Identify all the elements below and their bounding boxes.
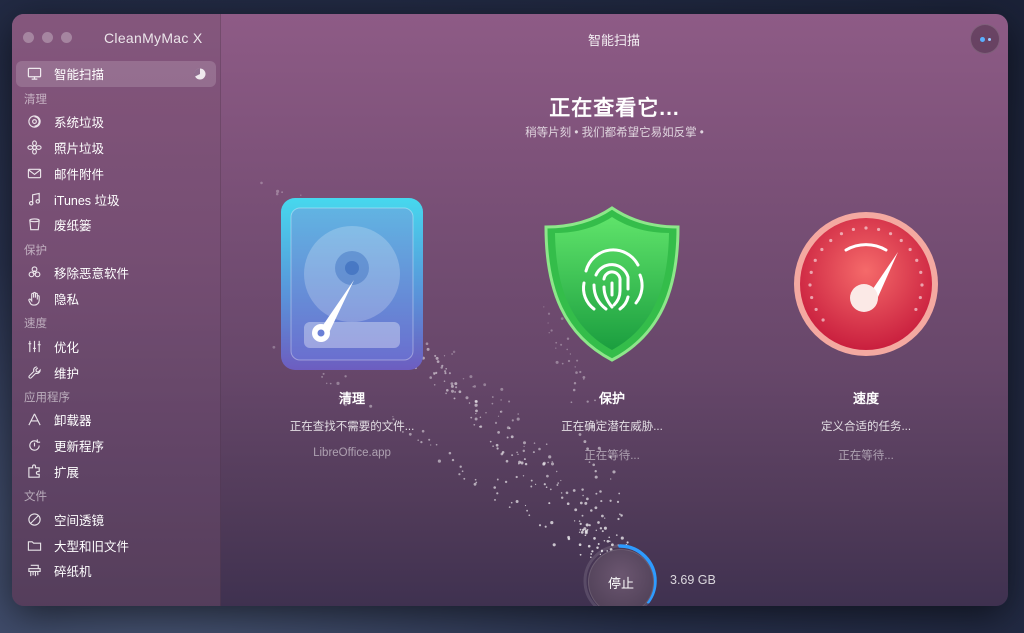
module-speed-detail: 正在等待... [838, 450, 894, 462]
sidebar-item-itunes-junk[interactable]: iTunes 垃圾 [16, 186, 216, 212]
section-title-protection: 保护 [24, 244, 47, 257]
sidebar-item-label: 空间透镜 [54, 513, 105, 528]
section-title-files: 文件 [24, 491, 47, 504]
sidebar-item-system-junk[interactable]: 系统垃圾 [16, 109, 216, 135]
sidebar-item-label: 大型和旧文件 [54, 539, 130, 554]
sidebar-item-shredder[interactable]: 碎纸机 [16, 558, 216, 584]
section-title-speed: 速度 [24, 318, 47, 331]
sidebar-item-photo-junk[interactable]: 照片垃圾 [16, 135, 216, 161]
module-protection-title: 保护 [598, 391, 625, 406]
app-title: CleanMyMac X [104, 30, 203, 46]
module-cleanup-detail: LibreOffice.app [313, 447, 391, 459]
sidebar-item-mail-attachments[interactable]: 邮件附件 [16, 160, 216, 186]
speedometer-icon [791, 194, 941, 374]
uninstaller-icon [26, 412, 42, 428]
sidebar-item-space-lens[interactable]: 空间透镜 [16, 506, 216, 532]
sidebar-item-malware-removal[interactable]: 移除恶意软件 [16, 260, 216, 286]
sidebar-item-label: 废纸篓 [54, 219, 92, 234]
window-controls [23, 32, 72, 43]
trash-bin-icon [26, 217, 42, 233]
sidebar-item-label: 优化 [54, 340, 80, 355]
stop-button[interactable]: 停止 [588, 549, 654, 606]
module-cleanup: 清理 正在查找不需要的文件... LibreOffice.app [252, 194, 452, 459]
sidebar-item-smart-scan[interactable]: 智能扫描 [16, 61, 216, 87]
sidebar-item-uninstaller[interactable]: 卸载器 [16, 407, 216, 433]
sidebar-item-extensions[interactable]: 扩展 [16, 459, 216, 485]
module-protection-status: 正在确定潜在威胁... [561, 421, 663, 433]
progress-pie-icon [194, 68, 206, 80]
module-speed: 速度 定义合适的任务... 正在等待... [766, 194, 966, 463]
sidebar-item-label: 卸载器 [54, 414, 92, 429]
trash-swirl-icon [26, 114, 42, 130]
envelope-icon [26, 165, 42, 181]
folder-icon [26, 537, 42, 553]
sidebar-item-label: 维护 [54, 366, 80, 381]
sidebar-item-label: 邮件附件 [54, 167, 105, 182]
biohazard-icon [26, 265, 42, 281]
section-title-cleanup: 清理 [24, 93, 47, 106]
zoom-window-button[interactable] [61, 32, 72, 43]
update-icon [26, 438, 42, 454]
sidebar-item-label: iTunes 垃圾 [54, 193, 120, 208]
scan-headline: 正在查看它... [549, 97, 680, 120]
sidebar-item-privacy[interactable]: 隐私 [16, 286, 216, 312]
sidebar: CleanMyMac X 智能扫描 清理 系统垃圾 照片垃圾 邮件附件 iTun… [12, 14, 221, 606]
sidebar-nav: 智能扫描 清理 系统垃圾 照片垃圾 邮件附件 iTunes 垃圾 废纸篓 保护 … [16, 61, 216, 584]
sidebar-item-label: 移除恶意软件 [54, 267, 130, 282]
flower-icon [26, 139, 42, 155]
module-speed-title: 速度 [852, 391, 879, 406]
sidebar-item-updater[interactable]: 更新程序 [16, 433, 216, 459]
sidebar-item-label: 扩展 [54, 465, 80, 480]
module-cleanup-status: 正在查找不需要的文件... [289, 421, 415, 433]
sidebar-item-label: 照片垃圾 [54, 141, 105, 156]
sidebar-item-label: 隐私 [54, 292, 80, 307]
sidebar-item-trash-bins[interactable]: 废纸篓 [16, 212, 216, 238]
fingerprint-shield-icon [537, 194, 687, 374]
sidebar-item-label: 更新程序 [54, 440, 105, 455]
music-note-icon [26, 191, 42, 207]
module-speed-status: 定义合适的任务... [820, 421, 912, 433]
stop-control: 停止 [581, 542, 659, 606]
module-protection-detail: 正在等待... [584, 450, 640, 462]
sidebar-item-optimization[interactable]: 优化 [16, 333, 216, 359]
shredder-icon [26, 563, 42, 579]
minimize-window-button[interactable] [42, 32, 53, 43]
monitor-icon [26, 66, 42, 82]
section-title-applications: 应用程序 [24, 391, 70, 404]
wrench-icon [26, 364, 42, 380]
scan-subline: 稍等片刻 • 我们都希望它易如反掌 • [525, 127, 704, 139]
lens-icon [26, 511, 42, 527]
main-content: 正在查看它... 稍等片刻 • 我们都希望它易如反掌 • 清理 正在查找不需要的… [221, 14, 1008, 606]
module-cleanup-title: 清理 [338, 391, 365, 406]
sliders-icon [26, 338, 42, 354]
close-window-button[interactable] [23, 32, 34, 43]
sidebar-item-label: 系统垃圾 [54, 116, 105, 131]
sidebar-item-large-old-files[interactable]: 大型和旧文件 [16, 532, 216, 558]
scanned-size: 3.69 GB [670, 573, 716, 587]
sidebar-item-label: 碎纸机 [54, 565, 92, 580]
app-window: CleanMyMac X 智能扫描 清理 系统垃圾 照片垃圾 邮件附件 iTun… [12, 14, 1008, 606]
extension-icon [26, 463, 42, 479]
sidebar-item-maintenance[interactable]: 维护 [16, 359, 216, 385]
module-protection: 保护 正在确定潜在威胁... 正在等待... [512, 194, 712, 463]
sidebar-item-label: 智能扫描 [54, 68, 105, 83]
hard-drive-icon [277, 194, 427, 374]
hand-icon [26, 290, 42, 306]
